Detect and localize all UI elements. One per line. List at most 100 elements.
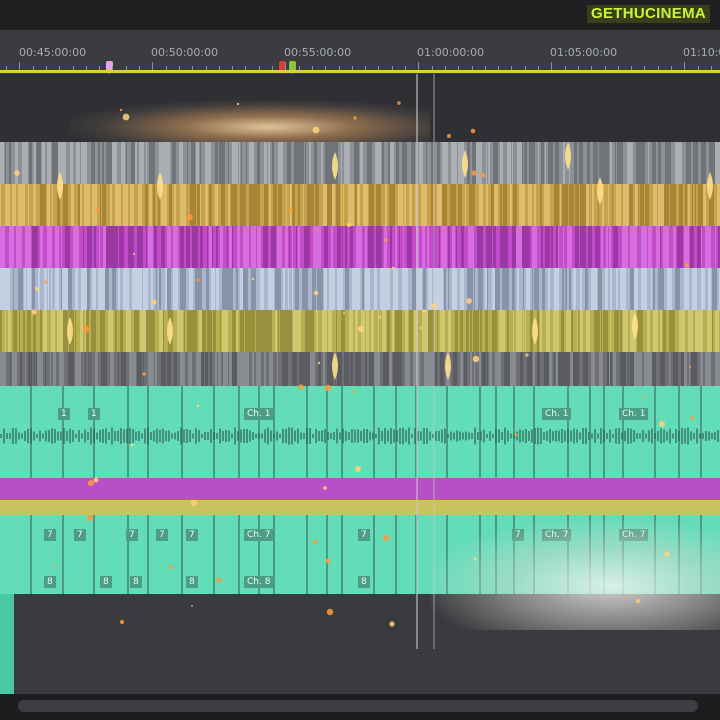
waveform-bar	[669, 428, 671, 444]
clip-edge	[55, 268, 59, 310]
audio-channel-label: 8	[130, 576, 142, 588]
waveform-bar	[30, 428, 32, 444]
video-track-2[interactable]	[0, 184, 720, 226]
video-track-5[interactable]	[0, 310, 720, 352]
waveform-bar	[312, 434, 314, 438]
video-track-6[interactable]	[0, 352, 720, 386]
clip-edge	[273, 184, 277, 226]
waveform-bar	[639, 433, 641, 439]
clip-edge	[474, 352, 475, 386]
top-bar: GETHUCINEMA	[0, 0, 720, 30]
waveform-bar	[546, 431, 548, 441]
waveform-bar	[453, 432, 455, 440]
clip-edge	[112, 268, 116, 310]
horizontal-scrollbar[interactable]	[0, 694, 720, 720]
waveform-bar	[393, 429, 395, 443]
scrollbar-thumb[interactable]	[18, 700, 698, 712]
clip-edge	[524, 142, 527, 184]
video-track-3[interactable]	[0, 226, 720, 268]
clip-edge	[660, 310, 662, 352]
clip-edge	[249, 142, 254, 184]
clip-edge	[128, 226, 134, 268]
waveform-bar	[111, 427, 113, 445]
clip-edge	[132, 268, 138, 310]
clip-edge	[34, 142, 36, 184]
waveform-bar	[186, 429, 188, 443]
clip-edge	[549, 352, 552, 386]
clip-edge	[251, 310, 255, 352]
clip-edge	[87, 226, 92, 268]
clip-edge	[439, 268, 443, 310]
clip-edge	[555, 142, 559, 184]
clip-edge	[337, 268, 343, 310]
ruler-tick	[551, 62, 552, 70]
clip-edge	[442, 184, 447, 226]
timecode-label: 00:45:00:00	[19, 46, 87, 59]
waveform-bar	[681, 428, 683, 444]
clip-edge	[403, 226, 404, 268]
clip-edge	[9, 226, 14, 268]
waveform-bar	[609, 429, 611, 443]
clip-edge	[601, 226, 603, 268]
clip-edge	[159, 310, 163, 352]
clip-edge	[623, 184, 629, 226]
clip-edge	[236, 310, 238, 352]
clip-edge	[535, 226, 537, 268]
playhead-line[interactable]	[416, 74, 418, 649]
clip-edge	[460, 268, 464, 310]
waveform-bar	[645, 433, 647, 439]
clip-edge	[324, 352, 325, 386]
waveform-bar	[204, 432, 206, 440]
clip-edge	[658, 226, 660, 268]
clip-edge	[201, 352, 204, 386]
clip-edge	[520, 352, 523, 386]
clip-edge	[37, 352, 43, 386]
clip-edge	[633, 226, 637, 268]
clip-edge	[701, 226, 702, 268]
clip-edge	[660, 352, 665, 386]
clip-edge	[374, 268, 377, 310]
clip-edge	[329, 268, 332, 310]
clip-edge	[83, 226, 84, 268]
waveform-bar	[600, 428, 602, 444]
clip-edge	[622, 226, 628, 268]
clip-edge	[50, 352, 51, 386]
video-track-1[interactable]	[0, 142, 720, 184]
clip-edge	[84, 184, 90, 226]
edit-point-line	[433, 74, 435, 649]
work-area-bar[interactable]	[0, 70, 720, 73]
clip-edge	[317, 184, 319, 226]
clip-edge	[269, 184, 271, 226]
clip-edge	[390, 226, 392, 268]
clip-edge	[324, 268, 327, 310]
video-track-4[interactable]	[0, 268, 720, 310]
clip-edge	[512, 268, 515, 310]
clip-edge	[27, 310, 31, 352]
waveform-bar	[438, 431, 440, 441]
waveform-bar	[351, 429, 353, 443]
clip-edge	[190, 184, 196, 226]
waveform-bar	[627, 428, 629, 444]
waveform-bar	[651, 428, 653, 444]
clip-edge	[675, 268, 680, 310]
clip-edge	[228, 184, 230, 226]
clip-edge	[575, 184, 579, 226]
waveform-bar	[237, 431, 239, 441]
waveform-bar	[57, 431, 59, 441]
clip-edge	[232, 310, 236, 352]
clip-edge	[212, 226, 213, 268]
clip-edge	[278, 142, 283, 184]
clip-edge	[465, 184, 466, 226]
smoke-overlay	[70, 100, 430, 145]
clip-edge	[476, 142, 482, 184]
clip-edge	[660, 226, 661, 268]
clip-edge	[135, 142, 137, 184]
clip-edge	[636, 142, 641, 184]
clip-edge	[123, 268, 129, 310]
waveform-bar	[63, 428, 65, 444]
clip-edge	[13, 268, 14, 310]
waveform-bar	[249, 430, 251, 442]
waveform-bar	[399, 428, 401, 444]
clip-edge	[350, 352, 351, 386]
clip-edge	[32, 226, 38, 268]
